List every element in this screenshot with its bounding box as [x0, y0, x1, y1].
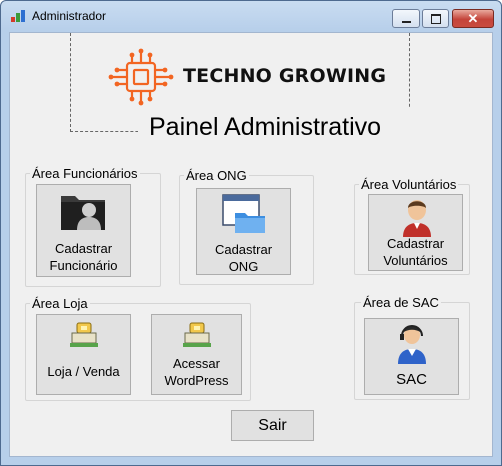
group-ong: Área ONG Cadastrar ONG [179, 168, 314, 285]
cadastrar-funcionario-label: Cadastrar Funcionário [49, 241, 118, 273]
close-icon: ✕ [467, 11, 479, 26]
group-label-loja: Área Loja [30, 296, 90, 311]
volunteer-person-icon [403, 200, 431, 237]
sac-label: SAC [396, 371, 427, 388]
cadastrar-voluntarios-button[interactable]: Cadastrar Voluntários [368, 194, 463, 271]
chip-logo-icon [108, 48, 174, 106]
group-voluntarios: Área Voluntários Cadastrar Voluntários [354, 177, 470, 275]
window-folder-icon [222, 194, 265, 233]
group-loja: Área Loja Loja / Venda Acessar WordPress [25, 296, 251, 401]
logo-text: TECHNO GROWING [183, 65, 387, 87]
loja-venda-button[interactable]: Loja / Venda [36, 314, 131, 395]
group-label-voluntarios: Área Voluntários [359, 177, 459, 192]
maximize-button[interactable] [422, 9, 449, 28]
group-label-funcionarios: Área Funcionários [30, 166, 140, 181]
group-label-sac: Área de SAC [361, 295, 441, 310]
cadastrar-ong-label: Cadastrar ONG [214, 242, 273, 274]
group-funcionarios: Área Funcionários Cadastrar Funcionário [25, 166, 161, 287]
app-icon [11, 10, 25, 22]
acessar-wordpress-button[interactable]: Acessar WordPress [151, 314, 242, 395]
sair-button[interactable]: Sair [231, 410, 314, 441]
loja-venda-label: Loja / Venda [47, 364, 120, 379]
cadastrar-ong-button[interactable]: Cadastrar ONG [196, 188, 291, 275]
title-bar[interactable]: Administrador ✕ [1, 1, 501, 31]
cadastrar-voluntarios-label: Cadastrar Voluntários [383, 236, 448, 268]
sac-button[interactable]: SAC [364, 318, 459, 395]
page-title: Painel Administrativo [149, 113, 382, 141]
cadastrar-funcionario-button[interactable]: Cadastrar Funcionário [36, 184, 131, 277]
app-window: Administrador ✕ TECHNO GROWING Painel Ad… [0, 0, 502, 466]
shop-cash-icon [70, 322, 98, 347]
group-sac: Área de SAC SAC [354, 295, 470, 400]
acessar-wordpress-label: Acessar WordPress [164, 356, 229, 388]
window-title: Administrador [32, 9, 107, 23]
wordpress-cash-icon [183, 322, 211, 347]
close-button[interactable]: ✕ [452, 9, 494, 28]
minimize-button[interactable] [392, 9, 420, 28]
employee-folder-icon [61, 196, 105, 230]
main-panel: TECHNO GROWING Painel Administrativo Áre… [9, 32, 493, 457]
support-agent-icon [398, 325, 426, 364]
group-label-ong: Área ONG [184, 168, 249, 183]
